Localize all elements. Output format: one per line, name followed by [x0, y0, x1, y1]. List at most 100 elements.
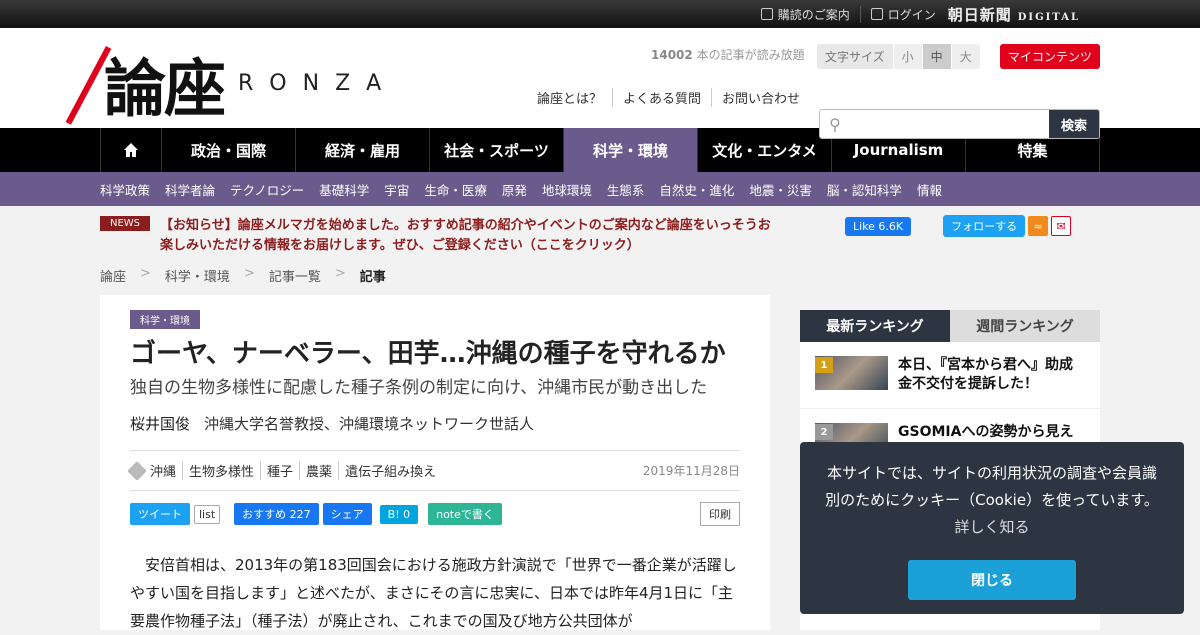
- tab-latest-ranking[interactable]: 最新ランキング: [800, 310, 950, 342]
- login-label: ログイン: [887, 7, 936, 22]
- category-badge[interactable]: 科学・環境: [130, 310, 200, 329]
- search-input[interactable]: [850, 110, 1049, 138]
- author-title: 沖縄大学名誉教授、沖縄環境ネットワーク世話人: [204, 415, 535, 433]
- faq-link[interactable]: よくある質問: [612, 88, 711, 107]
- ranking-item[interactable]: 1 本日、『宮本から君へ』助成金不交付を提訴した！: [800, 342, 1100, 409]
- print-button[interactable]: 印刷: [700, 502, 740, 526]
- tab-weekly-ranking[interactable]: 週間ランキング: [950, 310, 1100, 342]
- ranking-tabs: 最新ランキング 週間ランキング: [800, 310, 1100, 342]
- author-name[interactable]: 桜井国俊: [130, 415, 190, 433]
- ranking-title: 本日、『宮本から君へ』助成金不交付を提訴した！: [898, 357, 1073, 392]
- nav-politics[interactable]: 政治・国際: [162, 128, 296, 172]
- nav-economy[interactable]: 経済・雇用: [296, 128, 430, 172]
- subscribe-link[interactable]: 購読のご案内: [751, 6, 850, 23]
- breadcrumb-sep: >: [334, 266, 346, 281]
- tag-icon: [127, 460, 147, 481]
- subnav-item[interactable]: 科学者論: [165, 180, 215, 199]
- breadcrumb-current: 記事: [359, 270, 386, 285]
- breadcrumb-category[interactable]: 科学・環境: [165, 266, 230, 285]
- rank-badge: 1: [815, 357, 833, 373]
- article-subtitle: 独自の生物多様性に配慮した種子条例の制定に向け、沖縄市民が動き出した: [130, 378, 708, 398]
- tag-list: 沖縄 生物多様性 種子 農薬 遺伝子組み換え 2019年11月28日: [127, 450, 740, 491]
- subnav-item[interactable]: 原発: [502, 180, 527, 199]
- header-links: 論座とは？ よくある質問 お問い合わせ: [537, 88, 810, 107]
- facebook-share-button[interactable]: シェア: [322, 503, 372, 525]
- contact-link[interactable]: お問い合わせ: [711, 88, 810, 107]
- share-bar: ツイート list おすすめ 227 シェア B! 0 noteで書く 印刷: [130, 502, 740, 526]
- font-size-medium[interactable]: 中: [921, 44, 951, 69]
- tag-item[interactable]: 遺伝子組み換え: [338, 461, 442, 480]
- asahi-digital-logo[interactable]: 朝日新聞 DIGITAL: [948, 4, 1080, 25]
- search-button[interactable]: 検索: [1049, 110, 1099, 138]
- home-button[interactable]: [100, 128, 162, 172]
- list-button[interactable]: list: [194, 504, 221, 524]
- subnav-item[interactable]: 宇宙: [384, 180, 409, 199]
- my-contents-button[interactable]: マイコンテンツ: [1000, 44, 1101, 69]
- edit-icon: [760, 8, 773, 20]
- subscribe-label: 購読のご案内: [777, 7, 850, 22]
- twitter-follow-button[interactable]: フォローする: [943, 215, 1026, 237]
- mail-icon[interactable]: ✉: [1051, 216, 1072, 236]
- breadcrumb: 論座 > 科学・環境 > 記事一覧 > 記事: [100, 266, 386, 285]
- news-bar: NEWS 【お知らせ】論座メルマガを始めました。おすすめ記事の紹介やイベントのご…: [100, 216, 780, 256]
- subnav-item[interactable]: 地震・災害: [749, 180, 812, 199]
- tweet-button[interactable]: ツイート: [130, 503, 190, 525]
- news-badge: NEWS: [100, 216, 151, 231]
- subnav-item[interactable]: 脳・認知科学: [827, 180, 902, 199]
- brand-label: 朝日新聞: [947, 5, 1012, 24]
- breadcrumb-sep: >: [140, 266, 151, 281]
- subnav-item[interactable]: 自然史・進化: [659, 180, 734, 199]
- tag-item[interactable]: 農薬: [299, 461, 338, 480]
- news-link[interactable]: 【お知らせ】論座メルマガを始めました。おすすめ記事の紹介やイベントのご案内など論…: [100, 216, 780, 256]
- note-button[interactable]: noteで書く: [428, 503, 502, 525]
- article-count: 14002 本の記事が読み放題: [651, 48, 805, 62]
- social-follow: Like 6.6K フォローする ≈ ✉: [845, 215, 1072, 237]
- subnav-item[interactable]: 生態系: [607, 180, 645, 199]
- about-link[interactable]: 論座とは？: [537, 88, 612, 107]
- login-link[interactable]: ログイン: [859, 5, 936, 23]
- cookie-text: 本サイトでは、サイトの利用状況の調査や会員識別のためにクッキー（Cookie）を…: [825, 464, 1159, 536]
- brand-sub: DIGITAL: [1017, 11, 1080, 23]
- font-size-label: 文字サイズ: [817, 44, 893, 69]
- home-icon: [124, 143, 138, 157]
- rank-badge: 2: [815, 424, 833, 440]
- site-header: 論座 RONZA 14002 本の記事が読み放題 文字サイズ 小 中 大 マイコ…: [0, 28, 1200, 139]
- hatena-bookmark-button[interactable]: B! 0: [379, 504, 419, 524]
- subnav-item[interactable]: 地球環境: [542, 180, 592, 199]
- facebook-recommend-button[interactable]: おすすめ 227: [234, 503, 319, 525]
- cookie-more-link[interactable]: 詳しく知る: [954, 518, 1029, 536]
- nav-society[interactable]: 社会・スポーツ: [430, 128, 564, 172]
- article-body: 安倍首相は、2013年の第183回国会における施政方針演説で「世界で一番企業が活…: [130, 556, 737, 630]
- article: 科学・環境 ゴーヤ、ナーベラー、田芋…沖縄の種子を守れるか 独自の生物多様性に配…: [100, 295, 770, 630]
- logo-latin: RONZA: [238, 70, 398, 96]
- subnav-item[interactable]: 生命・医療: [424, 180, 487, 199]
- font-size-small[interactable]: 小: [892, 44, 922, 69]
- breadcrumb-sep: >: [243, 266, 255, 281]
- lock-icon: [870, 8, 883, 20]
- top-bar: 購読のご案内 ログイン 朝日新聞 DIGITAL: [0, 0, 1200, 28]
- font-size-selector: 文字サイズ 小 中 大: [817, 44, 980, 69]
- article-date: 2019年11月28日: [642, 464, 740, 478]
- breadcrumb-home[interactable]: 論座: [100, 266, 126, 285]
- subnav-item[interactable]: 基礎科学: [319, 180, 369, 199]
- search-box: ⚲ 検索: [819, 109, 1100, 139]
- cookie-banner: 本サイトでは、サイトの利用状況の調査や会員識別のためにクッキー（Cookie）を…: [800, 442, 1184, 614]
- breadcrumb-list[interactable]: 記事一覧: [269, 266, 321, 285]
- author-line: 桜井国俊 沖縄大学名誉教授、沖縄環境ネットワーク世話人: [130, 413, 740, 434]
- search-icon: ⚲: [820, 110, 850, 138]
- tag-item[interactable]: 種子: [260, 461, 299, 480]
- tag-item[interactable]: 生物多様性: [182, 461, 260, 480]
- rss-icon[interactable]: ≈: [1028, 216, 1049, 236]
- subnav-item[interactable]: 科学政策: [100, 180, 150, 199]
- facebook-like-button[interactable]: Like 6.6K: [845, 216, 912, 236]
- article-title: ゴーヤ、ナーベラー、田芋…沖縄の種子を守れるか: [130, 339, 726, 369]
- cookie-close-button[interactable]: 閉じる: [908, 560, 1076, 600]
- nav-culture[interactable]: 文化・エンタメ: [698, 128, 832, 172]
- ronza-logo[interactable]: 論座 RONZA: [65, 38, 398, 128]
- font-size-large[interactable]: 大: [950, 44, 980, 69]
- nav-science[interactable]: 科学・環境: [564, 128, 698, 172]
- subnav-item[interactable]: 情報: [917, 180, 942, 199]
- tag-item[interactable]: 沖縄: [150, 461, 182, 480]
- sub-nav: 科学政策 科学者論 テクノロジー 基礎科学 宇宙 生命・医療 原発 地球環境 生…: [0, 172, 1200, 206]
- subnav-item[interactable]: テクノロジー: [230, 180, 304, 199]
